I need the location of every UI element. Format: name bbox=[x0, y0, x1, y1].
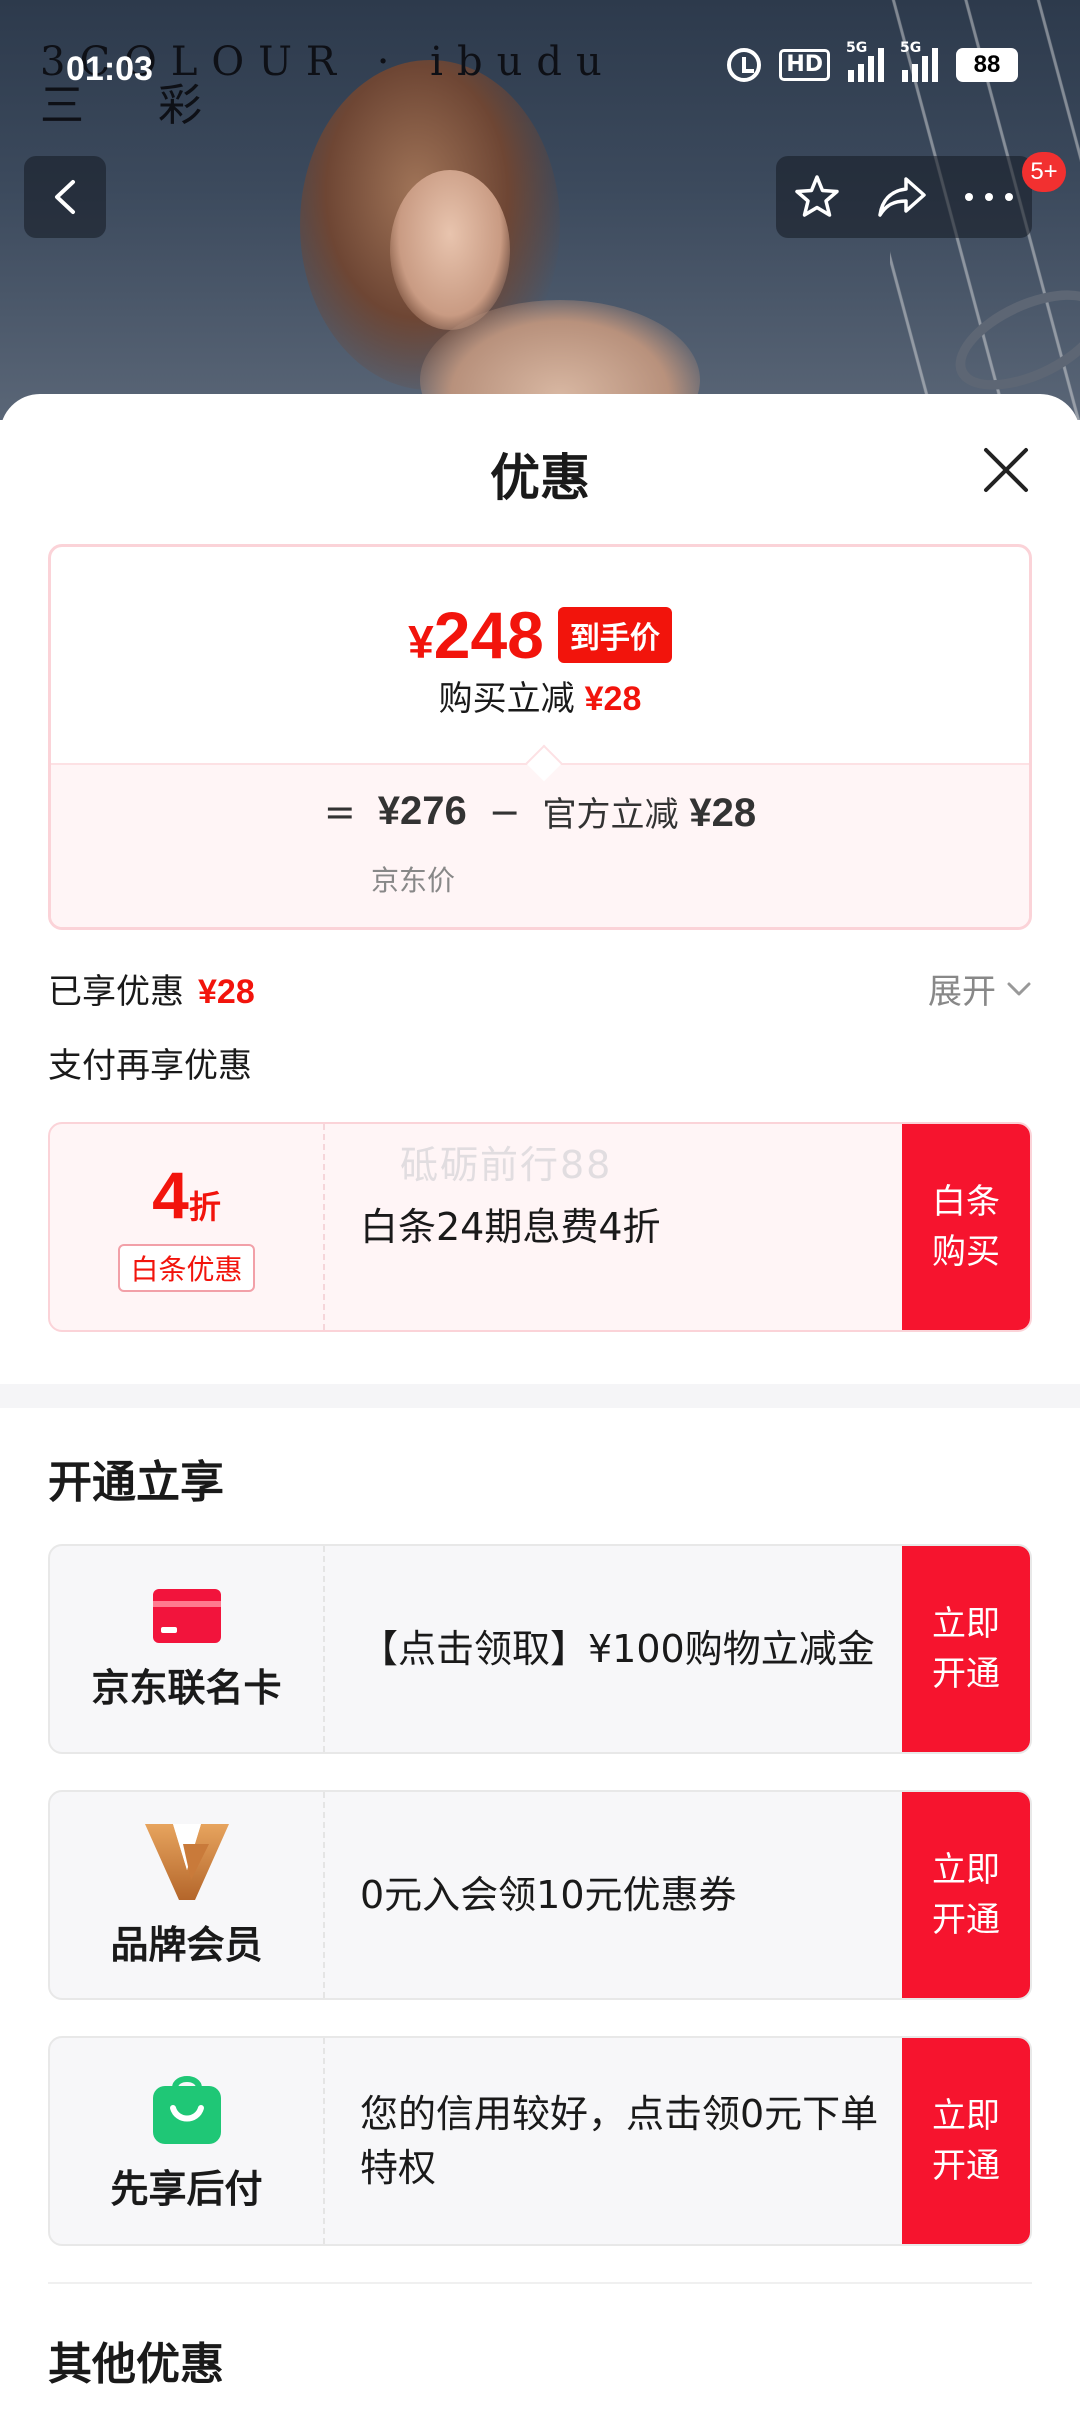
section-divider bbox=[0, 1384, 1080, 1408]
expand-button[interactable]: 展开 bbox=[928, 964, 1032, 1013]
enjoyed-amount: ¥28 bbox=[198, 973, 255, 1011]
share-icon[interactable] bbox=[876, 173, 928, 221]
network-type-label-2: 5G bbox=[900, 40, 922, 56]
star-icon[interactable] bbox=[793, 173, 841, 221]
brand-v-icon bbox=[144, 1823, 229, 1900]
status-bar: 01:03 HD 5G 5G 88 bbox=[0, 40, 1080, 100]
sheet-title: 优惠 bbox=[490, 449, 590, 507]
signal-icon-2: 5G bbox=[900, 40, 938, 82]
message-count-badge: 5+ bbox=[1022, 152, 1066, 192]
network-type-label: 5G bbox=[846, 40, 868, 56]
final-price-tag: 到手价 bbox=[557, 607, 672, 663]
open-now-button[interactable]: 立即开通 bbox=[902, 1792, 1030, 1998]
official-reduction: 官方立减 ¥28 bbox=[543, 787, 757, 836]
final-price: ¥248 bbox=[408, 597, 544, 673]
offer-desc: 【点击领取】¥100购物立减金 bbox=[360, 1627, 875, 1671]
expand-label: 展开 bbox=[928, 972, 996, 1012]
offer-name: 先享后付 bbox=[110, 2166, 263, 2211]
jd-price-label: 京东价 bbox=[371, 864, 456, 897]
offer-name: 品牌会员 bbox=[110, 1922, 263, 1967]
jd-card-offer[interactable]: 京东联名卡 【点击领取】¥100购物立减金 立即开通 bbox=[48, 1544, 1032, 1754]
discount-sheet: 优惠 ¥248 到手价 购买立减 ¥28 = ¥276 − 官方立减 ¥28 京东… bbox=[0, 394, 1080, 2412]
pay-later-offer[interactable]: 先享后付 您的信用较好，点击领0元下单特权 立即开通 bbox=[48, 2036, 1032, 2246]
offer-name: 京东联名卡 bbox=[91, 1665, 282, 1710]
open-now-button[interactable]: 立即开通 bbox=[902, 2038, 1030, 2244]
top-action-group bbox=[776, 156, 1032, 238]
watermark: 砥砺前行88 bbox=[400, 1143, 613, 1187]
chevron-left-icon bbox=[55, 180, 75, 214]
brand-member-offer[interactable]: 品牌会员 0元入会领10元优惠券 立即开通 bbox=[48, 1790, 1032, 2000]
reduction-amount: ¥28 bbox=[584, 680, 642, 718]
battery-icon: 88 bbox=[956, 48, 1018, 82]
section-separator bbox=[48, 2282, 1032, 2284]
official-reduction-amount: ¥28 bbox=[689, 791, 757, 835]
other-section-title: 其他优惠 bbox=[48, 2339, 224, 2390]
baitiao-discount: 4折 bbox=[152, 1162, 221, 1240]
signal-icon: 5G bbox=[846, 40, 884, 82]
equals-sign: = bbox=[323, 789, 356, 834]
final-price-value: 248 bbox=[433, 598, 544, 672]
offer-desc: 您的信用较好，点击领0元下单特权 bbox=[360, 2092, 879, 2190]
enjoyed-label: 已享优惠 bbox=[48, 972, 184, 1012]
discount-unit: 折 bbox=[188, 1189, 221, 1225]
jd-price: ¥276 bbox=[377, 789, 467, 833]
shopping-bag-icon bbox=[152, 2075, 221, 2144]
minus-sign: − bbox=[488, 789, 521, 834]
chevron-down-icon bbox=[1007, 982, 1031, 995]
card-icon bbox=[152, 1588, 221, 1643]
purchase-reduction: 购买立减 ¥28 bbox=[51, 671, 1029, 720]
currency-symbol: ¥ bbox=[408, 616, 434, 668]
alarm-icon bbox=[727, 48, 762, 82]
open-section-title: 开通立享 bbox=[48, 1457, 224, 1508]
offer-desc: 0元入会领10元优惠券 bbox=[360, 1873, 737, 1917]
baitiao-tag: 白条优惠 bbox=[118, 1244, 255, 1292]
enjoyed-discount: 已享优惠 ¥28 bbox=[48, 964, 255, 1013]
hd-icon: HD bbox=[779, 49, 830, 81]
back-button[interactable] bbox=[24, 156, 106, 238]
baitiao-buy-button[interactable]: 白条购买 bbox=[902, 1124, 1030, 1330]
price-formula: = ¥276 − 官方立减 ¥28 bbox=[51, 787, 1029, 836]
pay-more-label: 支付再享优惠 bbox=[48, 1046, 252, 1086]
open-now-button[interactable]: 立即开通 bbox=[902, 1546, 1030, 1752]
official-reduction-label: 官方立减 bbox=[542, 795, 679, 835]
more-icon[interactable] bbox=[963, 191, 1015, 203]
status-time: 01:03 bbox=[66, 50, 153, 88]
discount-value: 4 bbox=[152, 1158, 189, 1232]
price-breakdown-card: ¥248 到手价 购买立减 ¥28 = ¥276 − 官方立减 ¥28 京东价 bbox=[48, 544, 1032, 930]
reduction-label: 购买立减 bbox=[438, 679, 575, 719]
close-icon[interactable] bbox=[980, 444, 1032, 496]
